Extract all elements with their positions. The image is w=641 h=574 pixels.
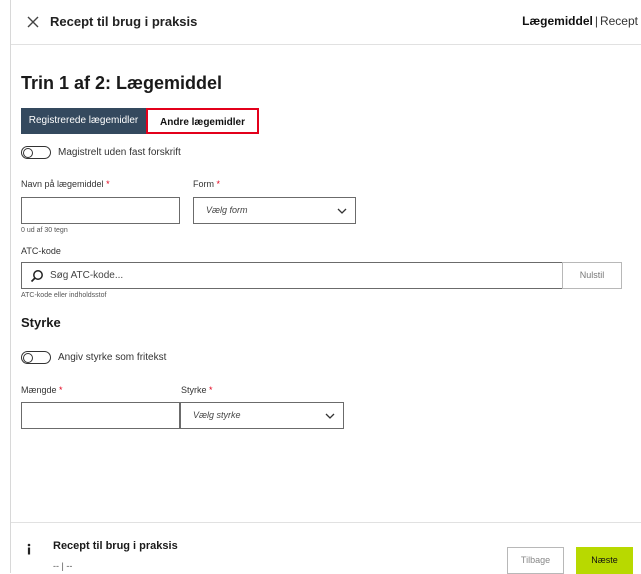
dialog-header: Recept til brug i praksis Lægemiddel | Rec… <box>11 0 641 45</box>
name-field-label-row: Navn på lægemiddel * <box>21 179 110 189</box>
atc-search-placeholder: Søg ATC-kode... <box>50 270 124 281</box>
strength-field-label-row: Styrke * <box>181 385 213 395</box>
atc-label: ATC-kode <box>21 246 61 256</box>
strength-freetext-toggle[interactable] <box>21 351 51 364</box>
chevron-down-icon <box>337 208 347 214</box>
required-mark: * <box>209 385 213 395</box>
breadcrumb-separator: | <box>594 14 598 28</box>
dialog: Recept til brug i praksis Lægemiddel | Rec… <box>10 0 641 574</box>
close-icon[interactable] <box>23 12 43 32</box>
form-select[interactable]: Vælg form <box>193 197 356 224</box>
step-title: Trin 1 af 2: Lægemiddel <box>21 73 223 93</box>
strength-toggle-label: Angiv styrke som fritekst <box>58 352 167 363</box>
step-breadcrumb: Lægemiddel | Recept <box>522 14 638 28</box>
atc-search-input[interactable]: Søg ATC-kode... <box>21 262 563 289</box>
tab-registered-medicines[interactable]: Registrerede lægemidler <box>21 108 146 134</box>
back-button[interactable]: Tilbage <box>507 547 564 574</box>
toggle-knob <box>23 353 33 363</box>
magistral-toggle-row: Magistrelt uden fast forskrift <box>21 146 181 159</box>
strength-select-placeholder: Vælg styrke <box>193 410 241 420</box>
atc-hint: ATC-kode eller indholdsstof <box>21 292 107 299</box>
reset-button[interactable]: Nulstil <box>562 262 622 289</box>
next-button[interactable]: Næste <box>576 547 633 574</box>
footer-title: Recept til brug i praksis <box>53 540 178 552</box>
footer-subtitle: -- | -- <box>53 561 73 571</box>
magistral-toggle[interactable] <box>21 146 51 159</box>
amount-field-label: Mængde <box>21 385 57 395</box>
required-mark: * <box>216 179 221 189</box>
amount-field-label-row: Mængde * <box>21 385 63 395</box>
info-icon <box>27 543 31 555</box>
breadcrumb-next: Recept <box>599 14 638 28</box>
strength-select[interactable]: Vælg styrke <box>180 402 344 429</box>
search-icon <box>30 270 43 283</box>
dialog-title: Recept til brug i praksis <box>50 14 198 29</box>
breadcrumb-active: Lægemiddel <box>522 14 593 28</box>
name-field-label: Navn på lægemiddel <box>21 179 104 189</box>
form-select-placeholder: Vælg form <box>206 205 248 215</box>
magistral-toggle-label: Magistrelt uden fast forskrift <box>58 147 181 158</box>
amount-input[interactable] <box>21 402 180 429</box>
toggle-knob <box>23 148 33 158</box>
medicine-type-tabs: Registrerede lægemidler Andre lægemidler <box>21 108 259 134</box>
strength-section-title: Styrke <box>21 315 61 330</box>
tab-other-medicines[interactable]: Andre lægemidler <box>146 108 259 134</box>
form-field-label: Form <box>193 179 214 189</box>
form-field-label-row: Form * <box>193 179 220 189</box>
chevron-down-icon <box>325 413 335 419</box>
required-mark: * <box>59 385 63 395</box>
dialog-footer: Recept til brug i praksis -- | -- Tilbag… <box>11 522 641 574</box>
required-mark: * <box>106 179 110 189</box>
strength-toggle-row: Angiv styrke som fritekst <box>21 351 166 364</box>
strength-field-label: Styrke <box>181 385 207 395</box>
name-char-counter: 0 ud af 30 tegn <box>21 227 68 234</box>
medicine-name-input[interactable] <box>21 197 180 224</box>
